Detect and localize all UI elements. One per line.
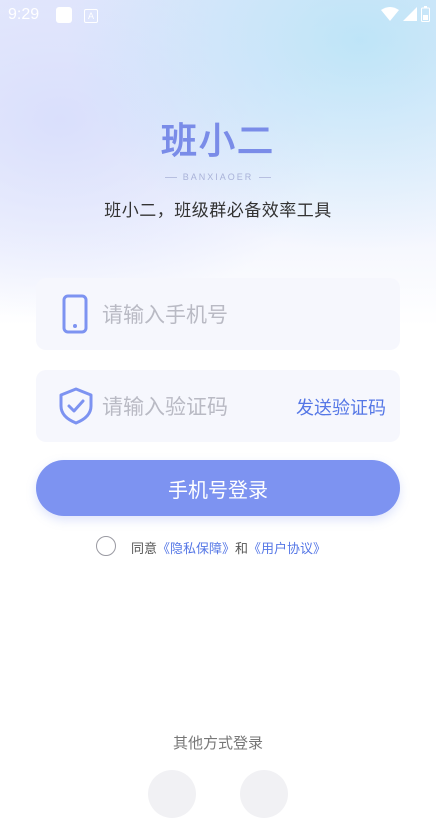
app-logo: 班小二 <box>0 112 436 172</box>
agreement-row: 同意《隐私保障》和《用户协议》 <box>0 536 436 560</box>
agree-checkbox[interactable] <box>96 536 116 556</box>
phone-input[interactable] <box>100 296 304 334</box>
logo-subtitle-row: BANXIAOER <box>0 172 436 182</box>
notification-badge-icon: A <box>84 9 98 23</box>
agree-and: 和 <box>235 542 249 557</box>
phone-login-button[interactable]: 手机号登录 <box>36 460 400 516</box>
other-login-label: 其他方式登录 <box>172 734 263 752</box>
status-bar: 9:29 A <box>0 0 436 30</box>
status-icons <box>381 6 430 22</box>
status-time: 9:29 <box>8 6 40 23</box>
code-field-container: 发送验证码 <box>36 370 400 442</box>
logo-subtitle: BANXIAOER <box>182 172 254 182</box>
other-login-option-1[interactable] <box>148 770 196 818</box>
privacy-link[interactable]: 《隐私保障》 <box>157 542 235 557</box>
send-code-button[interactable]: 发送验证码 <box>296 394 386 420</box>
divider <box>259 177 272 179</box>
notification-icon <box>56 7 72 23</box>
signal-icon <box>403 7 417 21</box>
phone-field-container <box>36 278 400 350</box>
divider <box>164 177 177 179</box>
code-input[interactable] <box>100 388 284 426</box>
phone-icon <box>62 294 88 334</box>
battery-icon <box>421 6 430 22</box>
shield-check-icon <box>59 387 93 425</box>
agree-prefix: 同意 <box>131 542 158 557</box>
slogan: 班小二，班级群必备效率工具 <box>104 201 332 221</box>
logo-text: 班小二 <box>160 121 275 162</box>
other-login-option-2[interactable] <box>240 770 288 818</box>
terms-link[interactable]: 《用户协议》 <box>248 542 326 557</box>
wifi-icon <box>381 7 399 21</box>
agreement-text: 同意《隐私保障》和《用户协议》 <box>131 538 326 557</box>
